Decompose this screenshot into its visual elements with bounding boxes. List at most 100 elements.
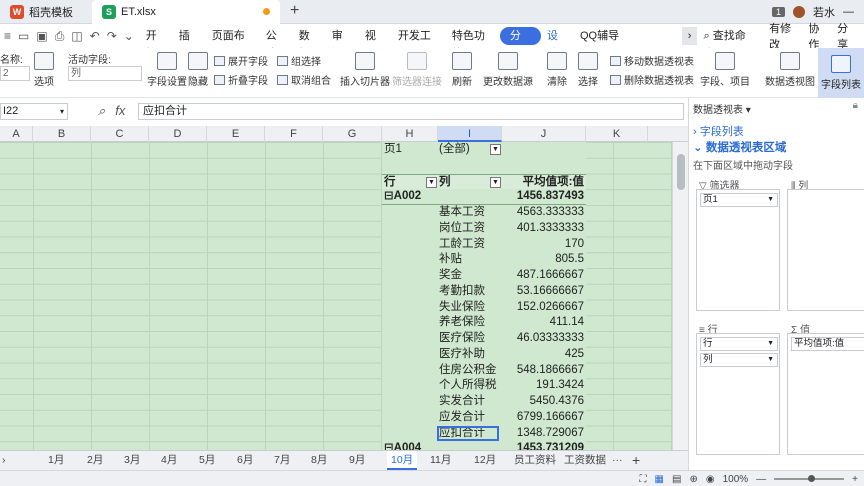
pivot-row-label[interactable]: 养老保险 <box>439 315 501 331</box>
redo-icon[interactable]: ↷ <box>107 29 117 44</box>
fx-icon[interactable]: fx <box>115 103 125 119</box>
column-header-a[interactable]: A <box>0 126 33 142</box>
column-header-i[interactable]: I <box>438 126 502 142</box>
qq-promo-link[interactable]: QQ辅导1838426721 <box>574 27 682 60</box>
pivot-row-label[interactable]: 失业保险 <box>439 300 501 316</box>
pivot-table[interactable]: 页1 (全部) ▼ 行 ▼ 列 ▼ 平均值项:值 ⊟A002 1456.8374… <box>382 142 586 450</box>
sheet-tab[interactable]: 11月 <box>430 451 451 470</box>
more-sheets-button[interactable]: ··· <box>612 451 623 470</box>
fullscreen-icon[interactable]: ⛶ <box>640 474 647 485</box>
print-icon[interactable]: ⎙ <box>55 29 65 44</box>
tab-et-xlsx[interactable]: S ET.xlsx <box>92 0 280 24</box>
pivot-row-value[interactable]: 411.14 <box>502 315 584 331</box>
field-list-link[interactable]: › 字段列表 <box>693 123 744 139</box>
pivot-row-value[interactable]: 805.5 <box>502 252 584 268</box>
pivot-row-value[interactable]: 425 <box>502 347 584 363</box>
scroll-menu-arrow-icon[interactable]: › <box>681 27 698 45</box>
zoom-slider-thumb[interactable] <box>808 475 816 482</box>
sheet-tab[interactable]: 员工资料 <box>514 451 556 470</box>
pivot-row-label[interactable]: 实发合计 <box>439 394 501 410</box>
filter-area[interactable]: 页1 ▼ <box>696 189 780 311</box>
clear-button[interactable]: 清除 <box>547 52 567 88</box>
sheet-tab[interactable]: 9月 <box>349 451 365 470</box>
tab-docer-templates[interactable]: W 稻壳模板 <box>0 0 88 24</box>
refresh-button[interactable]: 刷新 <box>452 52 472 88</box>
page-break-icon[interactable]: ⊕ <box>689 474 697 485</box>
zoom-in-button[interactable]: + <box>852 474 858 485</box>
collapse-icon[interactable]: ⊟ <box>384 442 394 450</box>
sheet-tab[interactable]: 12月 <box>474 451 496 470</box>
value-area[interactable]: 平均值项:值 <box>787 333 864 455</box>
filter-connection-button[interactable]: 筛选器连接 <box>392 52 442 88</box>
pivot-row-label[interactable]: 应扣合计 <box>437 425 499 442</box>
window-count-badge[interactable]: 1 <box>771 7 785 17</box>
field-settings-button[interactable]: 字段设置 <box>147 52 187 88</box>
column-header-g[interactable]: G <box>323 126 382 142</box>
active-field-input[interactable]: 列 <box>68 66 142 81</box>
pivot-row-value[interactable]: 5450.4376 <box>502 394 584 410</box>
formula-input[interactable]: 应扣合计 <box>138 103 684 120</box>
pivot-row-value[interactable]: 191.3424 <box>502 378 584 394</box>
pivot-row-value[interactable]: 46.03333333 <box>502 331 584 347</box>
menu-view[interactable]: 视图 <box>359 27 392 60</box>
pivot-area-link[interactable]: ⌄ 数据透视表区域 <box>693 139 786 155</box>
prev-sheet-icon[interactable]: › <box>2 451 6 470</box>
add-sheet-button[interactable]: + <box>632 451 640 470</box>
menu-review[interactable]: 审阅 <box>326 27 359 60</box>
select-button[interactable]: 选择 <box>578 52 598 88</box>
name-box[interactable]: I22 ▾ <box>0 103 68 120</box>
menu-features[interactable]: 特色功能 <box>446 27 500 60</box>
normal-view-icon[interactable]: ▦ <box>655 474 664 485</box>
pivot-row-label[interactable]: 应发合计 <box>439 410 501 426</box>
column-header-d[interactable]: D <box>149 126 207 142</box>
column-header-f[interactable]: F <box>265 126 323 142</box>
fields-items-button[interactable]: 字段、项目 <box>700 52 750 88</box>
search-command[interactable]: ⌕ 查找命令... <box>697 27 769 60</box>
column-header-l[interactable] <box>648 126 688 142</box>
pivot-name-input[interactable]: 2 <box>0 66 30 81</box>
dropdown-arrow-icon[interactable]: ▼ <box>490 144 501 155</box>
pivot-row-label[interactable]: 个人所得税 <box>439 378 501 394</box>
move-pivot-button[interactable]: 移动数据透视表 <box>610 53 694 68</box>
group-selection-button[interactable]: 组选择 <box>277 53 321 68</box>
pivot-row-label[interactable]: 补贴 <box>439 252 501 268</box>
delete-pivot-button[interactable]: 删除数据透视表 <box>610 72 694 87</box>
save-icon[interactable]: ▣ <box>36 29 47 44</box>
column-header-e[interactable]: E <box>207 126 265 142</box>
sheet-tab[interactable]: 5月 <box>199 451 215 470</box>
avatar[interactable] <box>793 6 805 18</box>
expand-field-button[interactable]: 展开字段 <box>214 53 268 68</box>
pivot-row-label[interactable]: 考勤扣款 <box>439 284 501 300</box>
sheet-tab[interactable]: 2月 <box>87 451 103 470</box>
add-tab-button[interactable]: + <box>290 2 299 20</box>
row-item[interactable]: 行 ▼ <box>700 337 778 351</box>
zoom-slider[interactable] <box>774 475 845 482</box>
sheet-tab[interactable]: 8月 <box>311 451 327 470</box>
sheet-tab[interactable]: 4月 <box>161 451 177 470</box>
column-header-k[interactable]: K <box>586 126 648 142</box>
column-header-b[interactable]: B <box>33 126 91 142</box>
pivot-row-label[interactable]: 医疗保险 <box>439 331 501 347</box>
pivot-row-label[interactable]: 奖金 <box>439 268 501 284</box>
menu-page-layout[interactable]: 页面布局 <box>206 27 260 60</box>
sheet-tab[interactable]: 7月 <box>274 451 290 470</box>
pivot-row-label[interactable]: 住房公积金 <box>439 363 501 379</box>
change-source-button[interactable]: 更改数据源 <box>483 52 533 88</box>
group-name[interactable]: ⊟A002 <box>384 189 436 205</box>
row-area[interactable]: 行 ▼ 列 ▼ <box>696 333 780 455</box>
menu-formula[interactable]: 公式 <box>260 27 293 60</box>
pivot-row-value[interactable]: 170 <box>502 237 584 253</box>
menu-design[interactable]: 设计 <box>541 27 574 60</box>
pivot-row-value[interactable]: 487.1666667 <box>502 268 584 284</box>
group-name[interactable]: ⊟A004 <box>384 441 436 450</box>
minimize-icon[interactable]: — <box>843 6 854 18</box>
sheet-tab[interactable]: 10月 <box>387 451 418 470</box>
pivot-row-label[interactable]: 岗位工资 <box>439 221 501 237</box>
zoom-out-button[interactable]: — <box>756 474 766 485</box>
pivot-row-value[interactable]: 401.3333333 <box>502 221 584 237</box>
worksheet-grid[interactable]: A B C D E F G H I J K 页1 (全部) ▼ 行 ▼ 列 ▼ … <box>0 126 688 450</box>
print-preview-icon[interactable]: ◫ <box>71 29 82 44</box>
page-view-icon[interactable]: ▤ <box>672 474 681 485</box>
field-list-button[interactable]: 字段列表 <box>818 48 864 98</box>
pivot-row-value[interactable]: 6799.166667 <box>502 410 584 426</box>
